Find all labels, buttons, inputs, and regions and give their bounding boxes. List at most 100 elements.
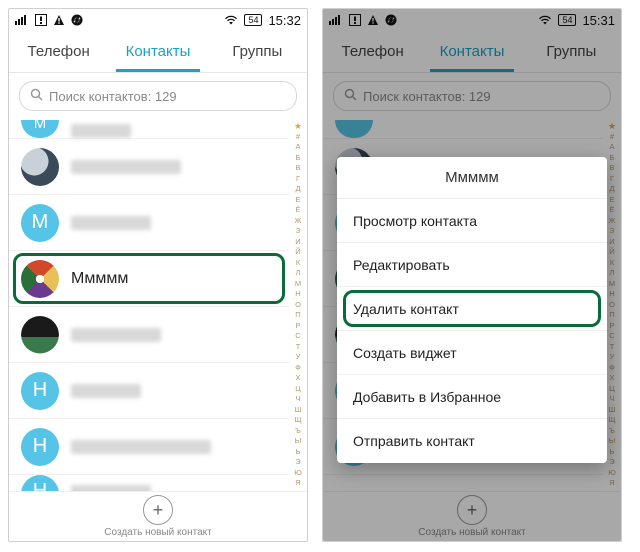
alpha-index-letter[interactable]: У bbox=[291, 352, 305, 363]
alpha-index-letter[interactable]: Х bbox=[291, 373, 305, 384]
search-placeholder: Поиск контактов: 129 bbox=[49, 89, 177, 104]
alpha-index-letter[interactable]: Л bbox=[291, 268, 305, 279]
add-contact-label: Создать новый контакт bbox=[104, 527, 211, 538]
list-item[interactable] bbox=[9, 307, 289, 363]
contact-list[interactable]: M M Ммммм Н bbox=[9, 119, 289, 491]
phone-screen-right: 54 15:31 Телефон Контакты Группы Поиск к… bbox=[322, 8, 622, 542]
alpha-index-letter[interactable]: Ы bbox=[291, 436, 305, 447]
menu-add-favorite[interactable]: Добавить в Избранное bbox=[337, 375, 607, 419]
alpha-index-letter[interactable]: Н bbox=[291, 289, 305, 300]
alpha-index-letter[interactable]: Э bbox=[291, 457, 305, 468]
menu-view-contact[interactable]: Просмотр контакта bbox=[337, 199, 607, 243]
avatar bbox=[21, 148, 59, 186]
avatar: M bbox=[21, 204, 59, 242]
alpha-index-letter[interactable]: Т bbox=[291, 342, 305, 353]
menu-item-label: Добавить в Избранное bbox=[353, 389, 501, 405]
alpha-index-letter[interactable]: П bbox=[291, 310, 305, 321]
signal-icon bbox=[15, 15, 29, 25]
alpha-index-letter[interactable]: Ш bbox=[291, 405, 305, 416]
search-input[interactable]: Поиск контактов: 129 bbox=[19, 81, 297, 111]
context-menu-title: Ммммм bbox=[337, 157, 607, 199]
clock-left: 15:32 bbox=[268, 13, 301, 28]
menu-item-label: Просмотр контакта bbox=[353, 213, 477, 229]
list-item[interactable]: Н bbox=[9, 363, 289, 419]
avatar bbox=[21, 260, 59, 298]
tab-contacts-label: Контакты bbox=[126, 43, 191, 60]
tab-phone[interactable]: Телефон bbox=[9, 31, 108, 72]
wifi-icon bbox=[224, 15, 238, 25]
alpha-index-letter[interactable]: Ь bbox=[291, 447, 305, 458]
avatar bbox=[21, 316, 59, 354]
contact-name-blurred bbox=[71, 440, 211, 454]
alpha-index-letter[interactable]: Г bbox=[291, 174, 305, 185]
context-menu: Ммммм Просмотр контакта Редактировать Уд… bbox=[337, 157, 607, 463]
list-item[interactable]: Н bbox=[9, 419, 289, 475]
alpha-index-letter[interactable]: М bbox=[291, 279, 305, 290]
list-item-selected[interactable]: Ммммм bbox=[9, 251, 289, 307]
alpha-index-letter[interactable]: Д bbox=[291, 184, 305, 195]
alpha-index-letter[interactable]: Ц bbox=[291, 384, 305, 395]
tab-groups[interactable]: Группы bbox=[208, 31, 307, 72]
tabs: Телефон Контакты Группы bbox=[9, 31, 307, 73]
alpha-index-letter[interactable]: Ж bbox=[291, 216, 305, 227]
contact-name: Ммммм bbox=[71, 270, 128, 288]
avatar: Н bbox=[21, 372, 59, 410]
warning-icon bbox=[53, 14, 65, 26]
alpha-index-letter[interactable]: В bbox=[291, 163, 305, 174]
menu-item-label: Создать виджет bbox=[353, 345, 457, 361]
alpha-index-letter[interactable]: Ч bbox=[291, 394, 305, 405]
alpha-index-letter[interactable]: # bbox=[291, 132, 305, 143]
menu-item-label: Удалить контакт bbox=[353, 301, 459, 317]
tab-phone-label: Телефон bbox=[28, 43, 90, 60]
menu-item-label: Отправить контакт bbox=[353, 433, 475, 449]
avatar-letter: Н bbox=[33, 435, 47, 458]
tab-contacts[interactable]: Контакты bbox=[108, 31, 207, 72]
avatar: M bbox=[21, 120, 59, 138]
menu-send-contact[interactable]: Отправить контакт bbox=[337, 419, 607, 463]
alpha-index-letter[interactable]: Й bbox=[291, 247, 305, 258]
list-item[interactable]: M bbox=[9, 119, 289, 139]
phone-screen-left: 54 15:32 Телефон Контакты Группы Поиск к… bbox=[8, 8, 308, 542]
avatar-letter: M bbox=[34, 120, 47, 128]
avatar: Н bbox=[21, 475, 59, 491]
search-icon bbox=[30, 88, 43, 104]
tab-groups-label: Группы bbox=[232, 43, 282, 60]
contact-name-blurred bbox=[71, 124, 131, 138]
battery-indicator: 54 bbox=[244, 14, 262, 26]
alpha-index-letter[interactable]: Ф bbox=[291, 363, 305, 374]
alpha-index-letter[interactable]: Б bbox=[291, 153, 305, 164]
alpha-index-letter[interactable]: К bbox=[291, 258, 305, 269]
alpha-index-letter[interactable]: Е bbox=[291, 195, 305, 206]
alpha-index-letter[interactable]: Ъ bbox=[291, 426, 305, 437]
menu-item-label: Редактировать bbox=[353, 257, 450, 273]
statusbar: 54 15:32 bbox=[9, 9, 307, 31]
alpha-index-letter[interactable]: З bbox=[291, 226, 305, 237]
avatar-letter: M bbox=[32, 211, 49, 234]
add-contact-button[interactable]: + bbox=[143, 495, 173, 525]
alert-box-icon bbox=[35, 14, 47, 26]
alpha-index-letter[interactable]: Р bbox=[291, 321, 305, 332]
alpha-index-letter[interactable]: Щ bbox=[291, 415, 305, 426]
contact-name-blurred bbox=[71, 216, 151, 230]
alpha-index-letter[interactable]: С bbox=[291, 331, 305, 342]
plus-icon: + bbox=[153, 500, 164, 521]
avatar-letter: Н bbox=[33, 480, 47, 491]
menu-create-widget[interactable]: Создать виджет bbox=[337, 331, 607, 375]
contact-name-blurred bbox=[71, 384, 141, 398]
contact-name-blurred bbox=[71, 160, 181, 174]
alpha-index-letter[interactable]: И bbox=[291, 237, 305, 248]
list-item[interactable]: M bbox=[9, 195, 289, 251]
alpha-index-letter[interactable]: О bbox=[291, 300, 305, 311]
create-contact-bar: + Создать новый контакт bbox=[9, 491, 307, 541]
alpha-index-letter[interactable]: ★ bbox=[291, 121, 305, 132]
menu-delete-contact[interactable]: Удалить контакт bbox=[337, 287, 607, 331]
contact-name-blurred bbox=[71, 328, 161, 342]
alpha-index-letter[interactable]: А bbox=[291, 142, 305, 153]
alpha-index-letter[interactable]: Я bbox=[291, 478, 305, 489]
menu-edit-contact[interactable]: Редактировать bbox=[337, 243, 607, 287]
alpha-index[interactable]: ★#АБВГДЕЁЖЗИЙКЛМНОПРСТУФХЦЧШЩЪЫЬЭЮЯ bbox=[291, 121, 305, 487]
alpha-index-letter[interactable]: Ю bbox=[291, 468, 305, 479]
alpha-index-letter[interactable]: Ё bbox=[291, 205, 305, 216]
list-item[interactable] bbox=[9, 139, 289, 195]
list-item[interactable]: Н bbox=[9, 475, 289, 491]
